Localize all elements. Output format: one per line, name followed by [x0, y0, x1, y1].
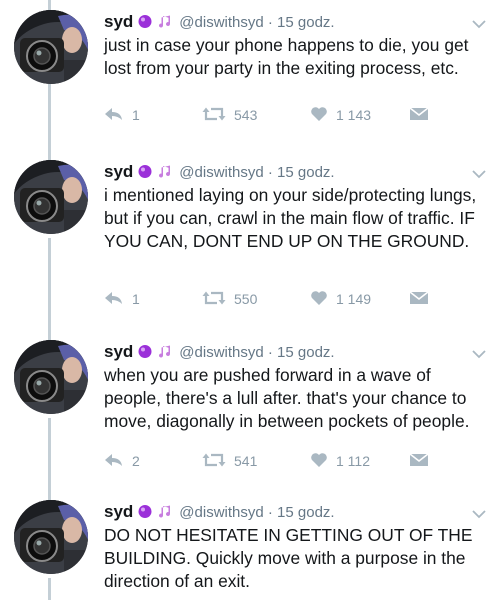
music-note-icon [157, 14, 173, 30]
tweet-header: syd @diswithsyd · 15 godz. [104, 10, 488, 34]
tweet-text: just in case your phone happens to die, … [104, 35, 469, 78]
avatar[interactable] [14, 340, 88, 414]
chevron-down-icon[interactable] [472, 16, 486, 34]
tweet-actions: 2 541 1 112 [104, 450, 444, 472]
music-note-icon [157, 504, 173, 520]
retweet-button[interactable]: 550 [202, 288, 257, 310]
handle-and-time[interactable]: @diswithsyd · 15 godz. [179, 164, 334, 181]
dm-button[interactable] [409, 104, 429, 126]
tweet-text: when you are pushed forward in a wave of… [104, 365, 470, 431]
handle-and-time[interactable]: @diswithsyd · 15 godz. [179, 14, 334, 31]
retweet-count: 541 [234, 453, 258, 469]
tweet-header: syd @diswithsyd · 15 godz. [104, 500, 488, 524]
avatar[interactable] [14, 10, 88, 84]
purple-orb-icon [137, 344, 153, 360]
like-button[interactable]: 1 143 [310, 104, 371, 126]
heart-icon [310, 290, 328, 309]
reply-count: 1 [132, 107, 140, 123]
like-count: 1 149 [336, 291, 372, 307]
reply-icon [104, 452, 124, 471]
tweet-actions: 1 543 1 143 [104, 104, 444, 126]
thread-line [48, 238, 51, 340]
like-count: 1 112 [336, 453, 370, 469]
retweet-button[interactable]: 543 [202, 104, 257, 126]
display-name[interactable]: syd [104, 162, 133, 182]
retweet-icon [202, 452, 226, 471]
avatar[interactable] [14, 160, 88, 234]
tweet-text: DO NOT HESITATE IN GETTING OUT OF THE BU… [104, 525, 473, 591]
thread-line [48, 84, 51, 160]
handle-and-time[interactable]: @diswithsyd · 15 godz. [179, 504, 334, 521]
heart-icon [310, 452, 328, 471]
like-button[interactable]: 1 112 [310, 450, 370, 472]
reply-button[interactable]: 1 [104, 288, 140, 310]
reply-count: 1 [132, 291, 140, 307]
dm-button[interactable] [409, 288, 429, 310]
tweet-header: syd @diswithsyd · 15 godz. [104, 340, 488, 364]
music-note-icon [157, 164, 173, 180]
heart-icon [310, 106, 328, 125]
reply-icon [104, 290, 124, 309]
music-note-icon [157, 344, 173, 360]
retweet-count: 543 [234, 107, 258, 123]
thread-line [48, 578, 51, 600]
like-button[interactable]: 1 149 [310, 288, 371, 310]
dm-envelope-icon [409, 452, 429, 471]
purple-orb-icon [137, 164, 153, 180]
display-name[interactable]: syd [104, 12, 133, 32]
reply-count: 2 [132, 453, 140, 469]
chevron-down-icon[interactable] [472, 506, 486, 524]
handle-and-time[interactable]: @diswithsyd · 15 godz. [179, 344, 334, 361]
tweet-actions: 1 550 1 149 [104, 288, 444, 310]
retweet-icon [202, 106, 226, 125]
reply-button[interactable]: 1 [104, 104, 140, 126]
retweet-icon [202, 290, 226, 309]
avatar[interactable] [14, 500, 88, 574]
dm-envelope-icon [409, 290, 429, 309]
chevron-down-icon[interactable] [472, 346, 486, 364]
purple-orb-icon [137, 14, 153, 30]
display-name[interactable]: syd [104, 342, 133, 362]
chevron-down-icon[interactable] [472, 166, 486, 184]
reply-icon [104, 106, 124, 125]
retweet-count: 550 [234, 291, 258, 307]
like-count: 1 143 [336, 107, 372, 123]
tweet-text: i mentioned laying on your side/protecti… [104, 185, 477, 251]
display-name[interactable]: syd [104, 502, 133, 522]
tweet-header: syd @diswithsyd · 15 godz. [104, 160, 488, 184]
dm-button[interactable] [409, 450, 429, 472]
reply-button[interactable]: 2 [104, 450, 140, 472]
dm-envelope-icon [409, 106, 429, 125]
retweet-button[interactable]: 541 [202, 450, 257, 472]
thread-line [48, 418, 51, 500]
purple-orb-icon [137, 504, 153, 520]
